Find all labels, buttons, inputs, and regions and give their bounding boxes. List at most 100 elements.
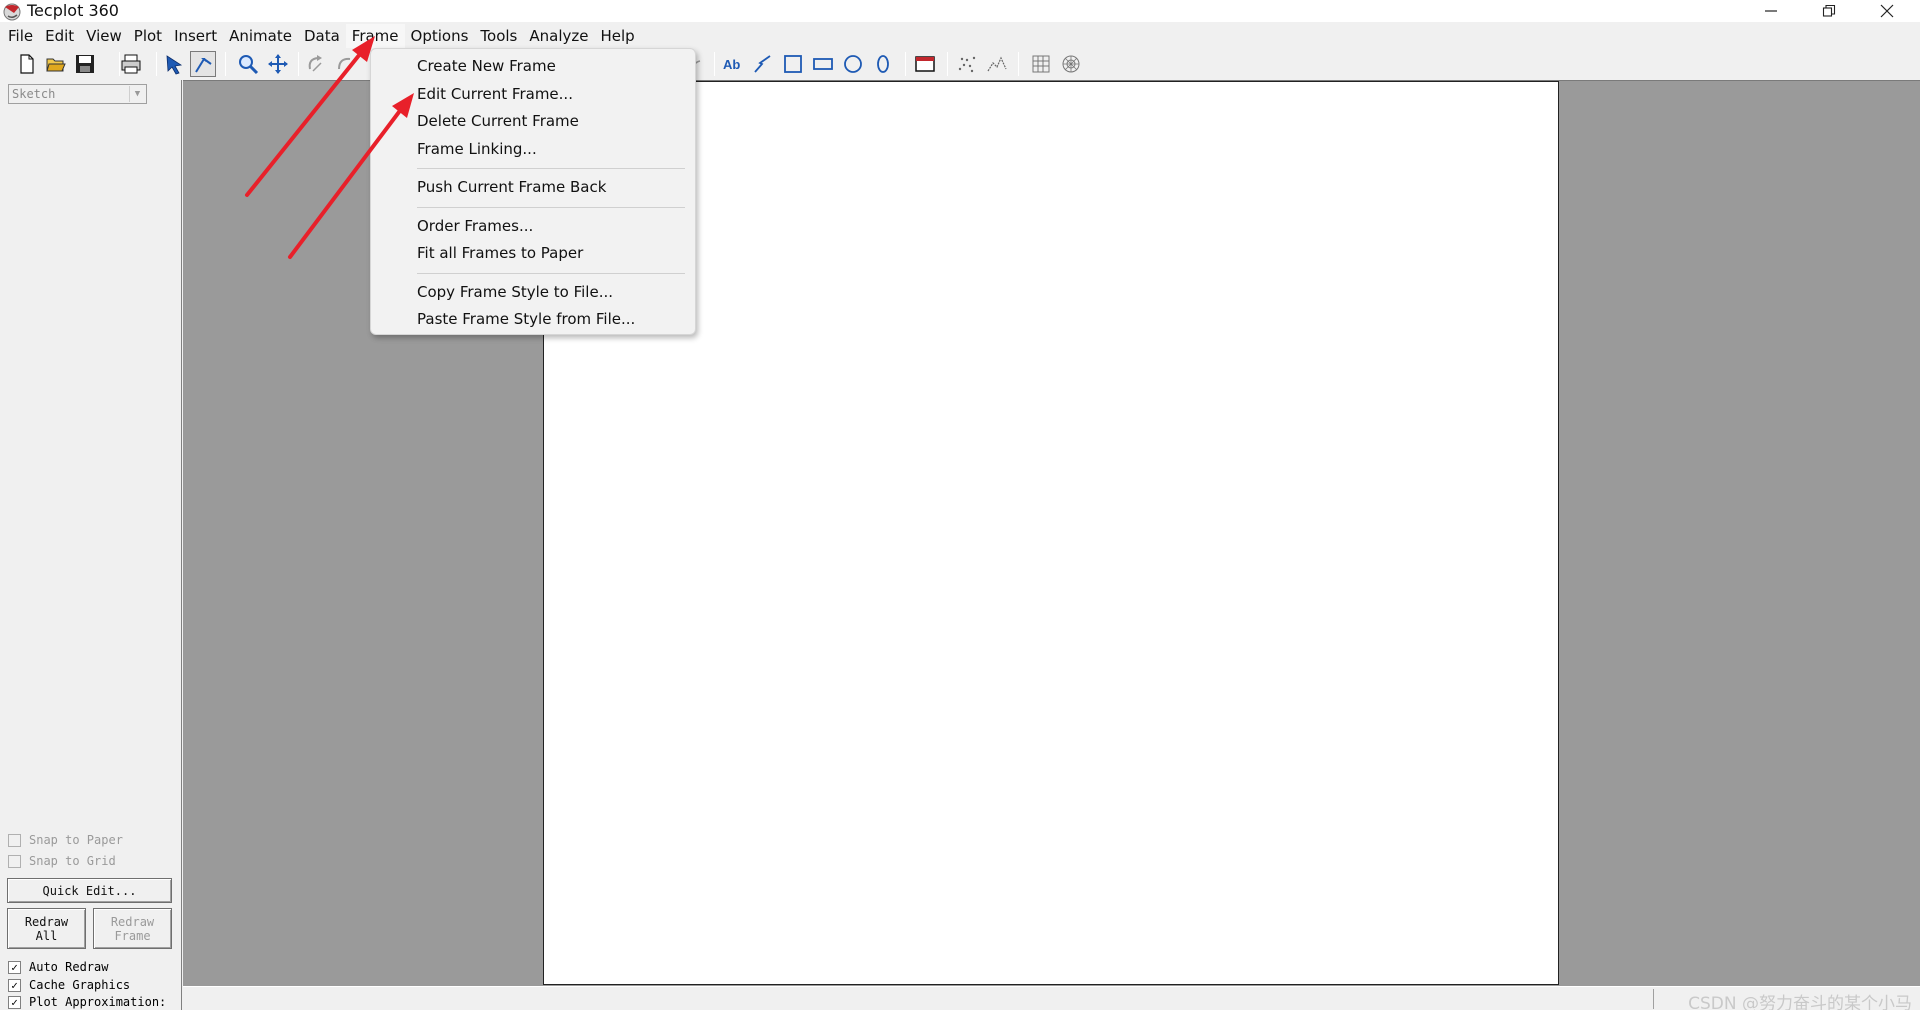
rotate-alt-tool-button — [332, 51, 358, 77]
scatter-icon — [958, 56, 976, 73]
polyline-tool-button[interactable] — [750, 51, 776, 77]
menu-tools[interactable]: Tools — [474, 24, 523, 48]
line-plot-tool-button[interactable] — [984, 51, 1010, 77]
ellipse-icon — [877, 55, 889, 73]
menu-insert[interactable]: Insert — [168, 24, 223, 48]
order-frames-item[interactable]: Order Frames... — [371, 213, 695, 241]
menu-analyze[interactable]: Analyze — [523, 24, 594, 48]
snap-to-paper-label: Snap to Paper — [29, 833, 123, 847]
menu-options[interactable]: Options — [405, 24, 475, 48]
scatter-tool-button[interactable] — [954, 51, 980, 77]
new-file-button[interactable] — [14, 51, 40, 77]
title-bar: Tecplot 360 — [0, 0, 1920, 22]
menu-animate[interactable]: Animate — [223, 24, 298, 48]
snap-to-grid-checkbox[interactable]: Snap to Grid — [8, 852, 116, 870]
redraw-all-label-line1: Redraw — [24, 914, 69, 929]
create-new-frame-item[interactable]: Create New Frame — [371, 53, 695, 81]
save-icon — [76, 55, 94, 73]
menu-frame[interactable]: Frame — [345, 24, 405, 48]
minimize-icon — [1765, 10, 1777, 12]
polar-icon — [1062, 55, 1080, 73]
checkbox-box — [8, 833, 21, 847]
menu-separator — [371, 202, 695, 213]
adjustor-tool-button[interactable] — [190, 51, 216, 77]
toolbar: Ab — [0, 48, 1920, 80]
zoom-tool-button[interactable] — [235, 51, 261, 77]
frame-menu-dropdown: Create New Frame Edit Current Frame... D… — [370, 48, 696, 335]
print-icon — [121, 54, 141, 74]
rotate-alt-icon — [338, 57, 351, 70]
copy-frame-style-to-file-item[interactable]: Copy Frame Style to File... — [371, 279, 695, 307]
grid-icon — [1032, 55, 1050, 73]
menu-edit[interactable]: Edit — [39, 24, 80, 48]
fit-all-frames-to-paper-item[interactable]: Fit all Frames to Paper — [371, 240, 695, 268]
rectangle-icon — [813, 58, 833, 70]
checkmark-icon: ✓ — [8, 995, 21, 1009]
redraw-frame-button[interactable]: Redraw Frame — [93, 908, 172, 949]
tecplot-logo-icon — [3, 3, 21, 21]
minimize-button[interactable] — [1742, 0, 1800, 22]
cache-graphics-checkbox[interactable]: ✓ Cache Graphics — [8, 976, 130, 994]
selector-tool-button[interactable] — [161, 51, 187, 77]
frame-tool-button[interactable] — [912, 51, 938, 77]
text-tool-button[interactable]: Ab — [720, 51, 746, 77]
open-button[interactable] — [43, 51, 69, 77]
menu-help[interactable]: Help — [594, 24, 640, 48]
save-button[interactable] — [72, 51, 98, 77]
sidebar: Sketch ▼ Snap to Paper Snap to Grid Quic… — [0, 80, 182, 1010]
rectangle-tool-button[interactable] — [810, 51, 836, 77]
menu-bar: File Edit View Plot Insert Animate Data … — [0, 24, 641, 48]
square-icon — [784, 55, 802, 73]
paste-frame-style-from-file-item[interactable]: Paste Frame Style from File... — [371, 306, 695, 334]
watermark: CSDN @努力奋斗的某个小马 — [1688, 994, 1912, 1010]
select-arrow-icon — [166, 55, 183, 75]
grid-tool-button[interactable] — [1028, 51, 1054, 77]
cache-graphics-label: Cache Graphics — [29, 978, 131, 992]
checkmark-icon: ✓ — [8, 960, 21, 974]
circle-tool-button[interactable] — [840, 51, 866, 77]
close-icon — [1880, 4, 1894, 18]
square-tool-button[interactable] — [780, 51, 806, 77]
open-folder-icon — [46, 58, 66, 72]
redraw-all-label-line2: All — [35, 928, 58, 943]
mode-select-value: Sketch — [12, 87, 56, 101]
restore-button[interactable] — [1800, 0, 1858, 22]
line-plot-icon — [987, 56, 1007, 72]
delete-current-frame-item[interactable]: Delete Current Frame — [371, 108, 695, 136]
push-current-frame-back-item[interactable]: Push Current Frame Back — [371, 174, 695, 202]
checkbox-box — [8, 854, 21, 868]
quick-edit-button[interactable]: Quick Edit... — [7, 878, 172, 903]
rotate-icon — [308, 55, 322, 72]
menu-file[interactable]: File — [0, 24, 39, 48]
menu-view[interactable]: View — [80, 24, 128, 48]
auto-redraw-checkbox[interactable]: ✓ Auto Redraw — [8, 958, 108, 976]
redraw-all-button[interactable]: Redraw All — [7, 908, 86, 949]
print-button[interactable] — [118, 51, 144, 77]
ellipse-tool-button[interactable] — [870, 51, 896, 77]
translate-icon — [268, 54, 288, 74]
quick-edit-label: Quick Edit... — [42, 883, 137, 898]
zoom-icon — [239, 55, 259, 75]
edit-current-frame-item[interactable]: Edit Current Frame... — [371, 81, 695, 109]
frame-linking-item[interactable]: Frame Linking... — [371, 136, 695, 164]
status-divider — [1653, 989, 1654, 1009]
menu-separator — [371, 268, 695, 279]
translate-tool-button[interactable] — [265, 51, 291, 77]
redraw-frame-label-line1: Redraw — [110, 914, 155, 929]
close-button[interactable] — [1858, 0, 1916, 22]
polyline-icon — [754, 55, 771, 73]
frame-icon — [915, 56, 935, 72]
menu-plot[interactable]: Plot — [128, 24, 168, 48]
new-file-icon — [20, 54, 34, 74]
text-ab-icon: Ab — [723, 57, 740, 72]
mode-select[interactable]: Sketch ▼ — [8, 84, 147, 104]
snap-to-paper-checkbox[interactable]: Snap to Paper — [8, 831, 123, 849]
polar-grid-tool-button[interactable] — [1058, 51, 1084, 77]
auto-redraw-label: Auto Redraw — [29, 960, 109, 974]
checkmark-icon: ✓ — [8, 978, 21, 992]
svg-text:Ab: Ab — [723, 57, 740, 72]
menu-data[interactable]: Data — [298, 24, 346, 48]
tecplot-window: Tecplot 360 File Edit View Plot Insert A… — [0, 0, 1920, 1010]
circle-icon — [844, 55, 862, 73]
plot-approximation-checkbox[interactable]: ✓ Plot Approximation: — [8, 993, 180, 1010]
